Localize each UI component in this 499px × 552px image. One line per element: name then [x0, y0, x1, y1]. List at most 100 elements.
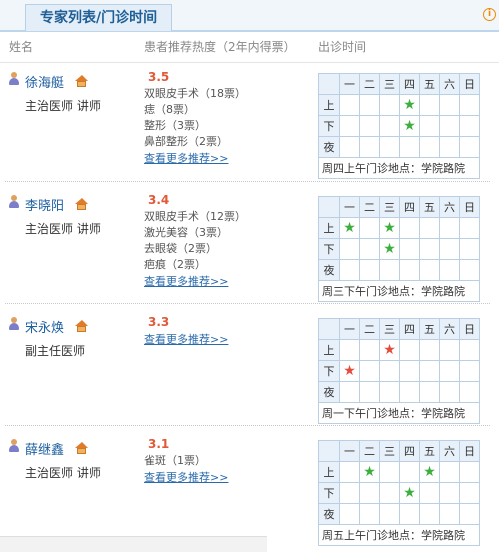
schedule-slot	[359, 503, 380, 525]
schedule-slot-open[interactable]: ★	[379, 238, 400, 260]
schedule-slot	[379, 259, 400, 281]
recommend-score: 3.3	[148, 315, 170, 329]
schedule-corner	[318, 318, 340, 340]
schedule-slot	[439, 259, 460, 281]
more-recommendations-link[interactable]: 查看更多推荐>>	[144, 331, 228, 347]
schedule-day-header: 日	[459, 440, 480, 462]
star-icon: ★	[383, 220, 396, 236]
homepage-icon[interactable]	[75, 442, 88, 454]
recommendation-item: 激光美容（3票）	[144, 226, 228, 239]
home-icon-wall	[77, 448, 86, 454]
schedule-slot	[359, 136, 380, 158]
schedule-slot	[459, 503, 480, 525]
schedule-slot	[459, 339, 480, 361]
schedule-slot	[339, 482, 360, 504]
doctor-name-link[interactable]: 薛继鑫	[25, 439, 64, 458]
schedule-slot-open[interactable]: ★	[339, 360, 360, 382]
col-header-recommend: 患者推荐热度（2年内得票）	[144, 40, 296, 54]
schedule-day-header: 一	[339, 318, 360, 340]
info-icon[interactable]: i	[483, 8, 496, 21]
recommendation-item: 双眼皮手术（12票）	[144, 210, 246, 223]
recommendation-item: 疤痕（2票）	[144, 258, 206, 271]
col-header-name: 姓名	[9, 40, 34, 54]
schedule-slot	[399, 339, 420, 361]
more-recommendations-link[interactable]: 查看更多推荐>>	[144, 273, 228, 289]
schedule-slot	[419, 115, 440, 137]
schedule-corner	[318, 440, 340, 462]
schedule-day-header: 二	[359, 318, 380, 340]
schedule-day-header: 一	[339, 73, 360, 95]
schedule-slot	[439, 136, 460, 158]
schedule-period-label: 夜	[318, 503, 340, 525]
clinic-location-note: 周五上午门诊地点：学院路院	[318, 524, 480, 546]
schedule-period-label: 上	[318, 217, 340, 239]
schedule-slot	[399, 360, 420, 382]
schedule-slot	[459, 94, 480, 116]
schedule-period-label: 夜	[318, 259, 340, 281]
schedule-slot-open[interactable]: ★	[379, 339, 400, 361]
schedule-day-header: 六	[439, 73, 460, 95]
schedule-slot	[379, 360, 400, 382]
doctor-name-link[interactable]: 徐海艇	[25, 72, 64, 91]
schedule-slot	[359, 381, 380, 403]
schedule-slot-open[interactable]: ★	[399, 482, 420, 504]
schedule-slot-open[interactable]: ★	[379, 217, 400, 239]
schedule-slot-open[interactable]: ★	[399, 94, 420, 116]
schedule-period-label: 上	[318, 461, 340, 483]
schedule-slot	[359, 339, 380, 361]
star-icon: ★	[363, 464, 376, 480]
schedule-slot	[379, 503, 400, 525]
more-recommendations-link[interactable]: 查看更多推荐>>	[144, 150, 228, 166]
homepage-icon[interactable]	[75, 320, 88, 332]
doctor-name-link[interactable]: 宋永焕	[25, 317, 64, 336]
schedule-day-header: 一	[339, 196, 360, 218]
schedule-day-header: 日	[459, 73, 480, 95]
schedule-slot-open[interactable]: ★	[399, 115, 420, 137]
star-icon: ★	[343, 363, 356, 379]
doctor-person-icon	[9, 195, 19, 208]
schedule-slot-open[interactable]: ★	[359, 461, 380, 483]
schedule-day-header: 五	[419, 73, 440, 95]
schedule-day-header: 三	[379, 318, 400, 340]
schedule-slot	[379, 115, 400, 137]
star-icon: ★	[343, 220, 356, 236]
schedule-slot	[379, 136, 400, 158]
footer-strip	[0, 536, 267, 552]
person-icon-body	[9, 78, 19, 85]
doctor-title: 副主任医师	[25, 344, 86, 358]
schedule-slot	[419, 360, 440, 382]
schedule-day-header: 日	[459, 318, 480, 340]
schedule-slot	[459, 136, 480, 158]
star-icon: ★	[403, 97, 416, 113]
home-icon-wall	[77, 81, 86, 87]
schedule-slot	[439, 461, 460, 483]
schedule-slot	[459, 360, 480, 382]
doctor-name-link[interactable]: 李晓阳	[25, 195, 64, 214]
schedule-day-header: 五	[419, 318, 440, 340]
schedule-slot	[419, 339, 440, 361]
schedule-period-label: 下	[318, 238, 340, 260]
schedule-slot	[439, 503, 460, 525]
homepage-icon[interactable]	[75, 198, 88, 210]
schedule-slot	[359, 360, 380, 382]
schedule-slot-open[interactable]: ★	[419, 461, 440, 483]
tab-expert-list[interactable]: 专家列表/门诊时间	[25, 4, 173, 31]
home-icon-wall	[77, 204, 86, 210]
homepage-icon[interactable]	[75, 75, 88, 87]
schedule-period-label: 夜	[318, 136, 340, 158]
schedule-period-label: 下	[318, 482, 340, 504]
doctor-title: 主治医师 讲师	[25, 222, 101, 236]
schedule-slot	[399, 503, 420, 525]
schedule-period-label: 夜	[318, 381, 340, 403]
more-recommendations-link[interactable]: 查看更多推荐>>	[144, 469, 228, 485]
schedule-slot	[419, 136, 440, 158]
schedule-slot	[379, 94, 400, 116]
schedule-slot	[399, 461, 420, 483]
recommendation-item: 痣（8票）	[144, 103, 195, 116]
doctor-title: 主治医师 讲师	[25, 99, 101, 113]
schedule-slot-open[interactable]: ★	[339, 217, 360, 239]
schedule-slot	[439, 482, 460, 504]
star-icon: ★	[403, 118, 416, 134]
schedule-slot	[439, 115, 460, 137]
star-icon: ★	[383, 342, 396, 358]
